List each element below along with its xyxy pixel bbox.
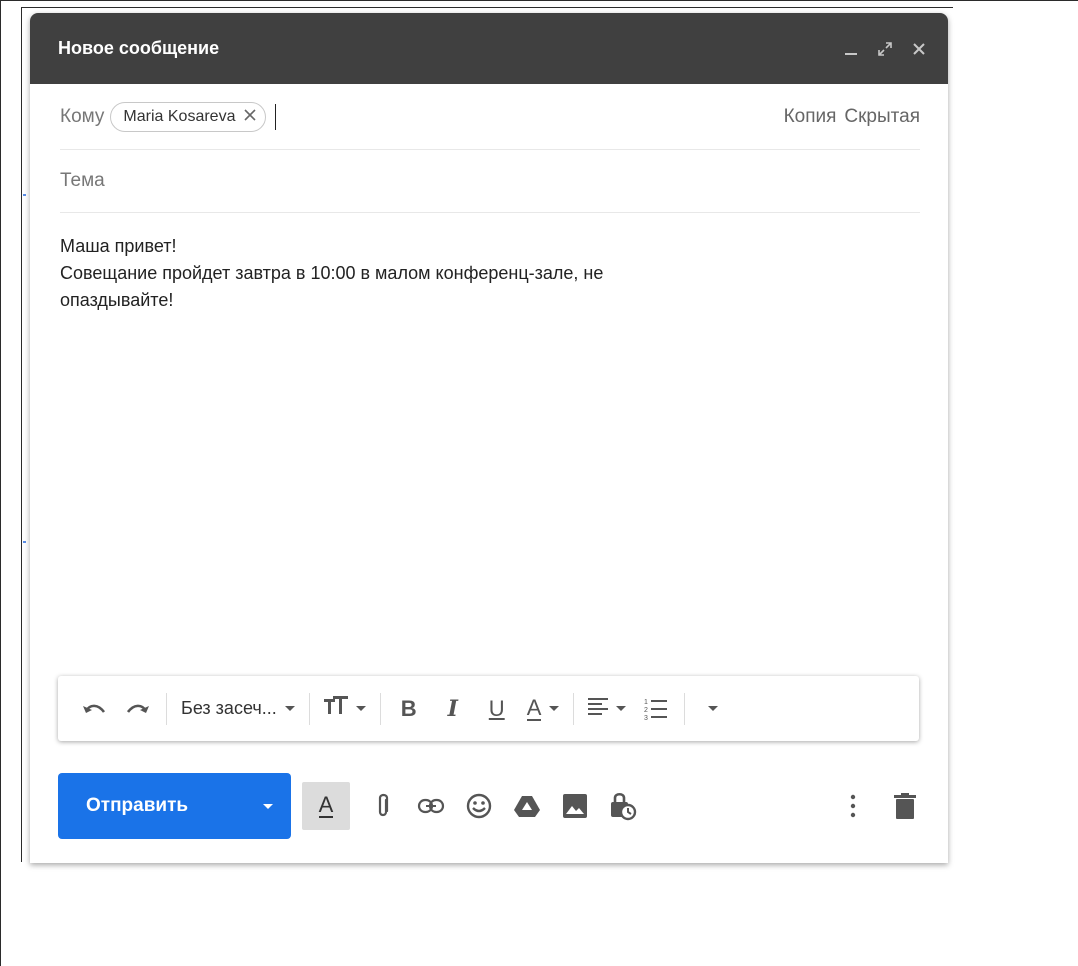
bold-button[interactable]: B xyxy=(395,689,423,729)
chevron-down-icon xyxy=(355,706,366,711)
font-size-icon xyxy=(323,696,348,721)
body-line: Совещание пройдет завтра в 10:00 в малом… xyxy=(60,263,604,283)
chevron-down-icon xyxy=(549,706,560,711)
chevron-down-icon xyxy=(284,706,295,711)
align-icon xyxy=(588,697,609,720)
toolbar-divider xyxy=(684,692,686,725)
recipient-chip[interactable]: Maria Kosareva xyxy=(110,101,267,132)
cc-link[interactable]: Копия xyxy=(784,106,837,128)
drive-icon[interactable] xyxy=(512,791,542,821)
svg-text:3: 3 xyxy=(644,715,648,721)
svg-text:1: 1 xyxy=(644,699,648,706)
link-icon[interactable] xyxy=(416,791,446,821)
send-label: Отправить xyxy=(86,795,189,816)
more-options-icon[interactable] xyxy=(838,791,868,821)
frame-border-top xyxy=(0,0,1078,1)
discard-icon[interactable] xyxy=(890,791,920,821)
chevron-down-icon xyxy=(263,803,273,809)
font-size-dropdown[interactable] xyxy=(323,689,366,729)
window-border-left xyxy=(21,7,22,862)
compose-title: Новое сообщение xyxy=(58,38,220,58)
send-button[interactable]: Отправить xyxy=(58,773,291,839)
compose-bottom-bar: Отправить A xyxy=(58,773,920,839)
numbered-list-icon[interactable]: 123 xyxy=(642,689,670,729)
body-line: опаздывайте! xyxy=(60,290,174,310)
to-row: Кому Maria Kosareva Копия Скрытая xyxy=(60,84,920,150)
subject-input[interactable] xyxy=(60,170,920,192)
undo-icon[interactable] xyxy=(80,689,108,729)
body-line: Маша привет! xyxy=(60,236,177,256)
emoji-icon[interactable] xyxy=(464,791,494,821)
italic-button[interactable]: I xyxy=(439,689,467,729)
attach-icon[interactable] xyxy=(368,791,398,821)
message-body[interactable]: Маша привет! Совещание пройдет завтра в … xyxy=(60,233,920,653)
chevron-down-icon xyxy=(616,706,627,711)
toolbar-divider xyxy=(379,692,381,725)
frame-border-left xyxy=(0,0,1,966)
confidential-mode-icon[interactable] xyxy=(608,791,638,821)
subject-row xyxy=(60,150,920,213)
window-border-top xyxy=(22,7,953,8)
minimize-icon[interactable] xyxy=(844,42,858,56)
align-dropdown[interactable] xyxy=(588,689,627,729)
redo-icon[interactable] xyxy=(124,689,152,729)
formatting-toolbar: Без засеч... B I U A 123 xyxy=(58,676,919,741)
svg-text:2: 2 xyxy=(644,707,648,714)
toolbar-divider xyxy=(573,692,575,725)
background-fragment xyxy=(23,194,26,196)
more-formatting-icon[interactable] xyxy=(699,689,727,729)
toolbar-divider xyxy=(308,692,310,725)
underline-button[interactable]: U xyxy=(483,689,511,729)
text-color-dropdown[interactable]: A xyxy=(526,689,560,729)
compose-header: Новое сообщение xyxy=(30,13,948,84)
remove-recipient-icon[interactable] xyxy=(243,107,257,126)
format-toggle-label: A xyxy=(318,792,334,818)
font-family-dropdown[interactable]: Без засеч... xyxy=(181,689,295,729)
text-color-label: A xyxy=(526,694,542,721)
recipient-name: Maria Kosareva xyxy=(123,107,236,125)
toolbar-divider xyxy=(166,692,167,725)
close-icon[interactable] xyxy=(912,42,926,56)
photo-icon[interactable] xyxy=(560,791,590,821)
formatting-options-button[interactable]: A xyxy=(302,782,350,830)
fullscreen-icon[interactable] xyxy=(878,41,892,56)
text-cursor xyxy=(275,103,277,130)
bcc-link[interactable]: Скрытая xyxy=(844,106,920,128)
background-fragment xyxy=(23,541,26,543)
compose-window: Новое сообщение Кому Maria Kosareva Копи… xyxy=(30,13,948,863)
to-label[interactable]: Кому xyxy=(60,106,104,128)
font-family-label: Без засеч... xyxy=(181,698,277,718)
schedule-send-dropdown[interactable] xyxy=(245,773,291,839)
